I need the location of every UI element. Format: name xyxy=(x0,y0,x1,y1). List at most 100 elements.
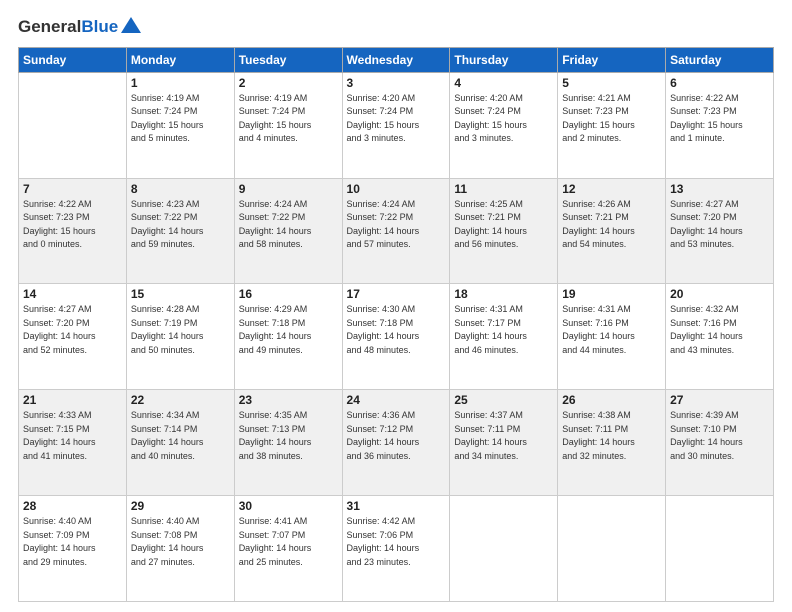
day-info-line: Daylight: 15 hours xyxy=(670,120,743,130)
day-info: Sunrise: 4:22 AMSunset: 7:23 PMDaylight:… xyxy=(23,198,122,252)
day-info-line: Sunrise: 4:31 AM xyxy=(454,304,523,314)
day-info-line: Sunset: 7:11 PM xyxy=(562,424,628,434)
calendar-cell: 27Sunrise: 4:39 AMSunset: 7:10 PMDayligh… xyxy=(666,390,774,496)
day-info: Sunrise: 4:29 AMSunset: 7:18 PMDaylight:… xyxy=(239,303,338,357)
calendar-cell: 2Sunrise: 4:19 AMSunset: 7:24 PMDaylight… xyxy=(234,72,342,178)
day-info-line: and 58 minutes. xyxy=(239,239,303,249)
day-info: Sunrise: 4:32 AMSunset: 7:16 PMDaylight:… xyxy=(670,303,769,357)
day-info: Sunrise: 4:20 AMSunset: 7:24 PMDaylight:… xyxy=(347,92,446,146)
weekday-header: Tuesday xyxy=(234,47,342,72)
day-number: 30 xyxy=(239,499,338,513)
day-info-line: Daylight: 14 hours xyxy=(562,331,635,341)
day-info-line: Sunset: 7:15 PM xyxy=(23,424,90,434)
day-info: Sunrise: 4:24 AMSunset: 7:22 PMDaylight:… xyxy=(239,198,338,252)
calendar-cell: 6Sunrise: 4:22 AMSunset: 7:23 PMDaylight… xyxy=(666,72,774,178)
day-number: 29 xyxy=(131,499,230,513)
day-info-line: Sunset: 7:18 PM xyxy=(239,318,306,328)
day-number: 10 xyxy=(347,182,446,196)
day-info-line: Daylight: 14 hours xyxy=(131,226,204,236)
day-info-line: Sunrise: 4:26 AM xyxy=(562,199,631,209)
day-number: 17 xyxy=(347,287,446,301)
day-info-line: and 40 minutes. xyxy=(131,451,195,461)
day-info-line: Daylight: 14 hours xyxy=(23,331,96,341)
day-info: Sunrise: 4:33 AM Sunset: 7:15 PM Daylight:… xyxy=(23,409,122,463)
day-info-line: Sunrise: 4:37 AM xyxy=(454,410,523,420)
day-info-line: and 41 minutes. xyxy=(23,451,87,461)
day-number: 28 xyxy=(23,499,122,513)
day-info: Sunrise: 4:41 AMSunset: 7:07 PMDaylight:… xyxy=(239,515,338,569)
weekday-header: Thursday xyxy=(450,47,558,72)
day-info-line: Sunrise: 4:31 AM xyxy=(562,304,631,314)
calendar-cell: 9Sunrise: 4:24 AMSunset: 7:22 PMDaylight… xyxy=(234,178,342,284)
day-number: 20 xyxy=(670,287,769,301)
calendar-cell: 20 Sunrise: 4:32 AMSunset: 7:16 PMDayligh… xyxy=(666,284,774,390)
weekday-header: Sunday xyxy=(19,47,127,72)
day-info-line: and 52 minutes. xyxy=(23,345,87,355)
day-info-line: and 49 minutes. xyxy=(239,345,303,355)
day-info-line: Sunrise: 4:40 AM xyxy=(23,516,92,526)
day-info-line: Daylight: 15 hours xyxy=(23,226,96,236)
day-info-line: and 56 minutes. xyxy=(454,239,518,249)
page: GeneralBlue SundayMondayTuesdayWednesday… xyxy=(0,0,792,612)
calendar-cell: 30 Sunrise: 4:41 AMSunset: 7:07 PMDayligh… xyxy=(234,496,342,602)
calendar-cell: 3Sunrise: 4:20 AMSunset: 7:24 PMDaylight… xyxy=(342,72,450,178)
day-info: Sunrise: 4:35 AMSunset: 7:13 PMDaylight:… xyxy=(239,409,338,463)
calendar-cell: 24Sunrise: 4:36 AMSunset: 7:12 PMDayligh… xyxy=(342,390,450,496)
day-info-line: Sunset: 7:23 PM xyxy=(562,106,629,116)
day-info-line: Sunrise: 4:19 AM xyxy=(239,93,308,103)
day-info-line: Sunset: 7:24 PM xyxy=(239,106,306,116)
header: GeneralBlue xyxy=(18,18,774,37)
day-info-line: Sunrise: 4:27 AM xyxy=(670,199,739,209)
day-info-line: Daylight: 14 hours xyxy=(23,437,96,447)
day-info-line: Daylight: 15 hours xyxy=(454,120,527,130)
day-info-line: Daylight: 15 hours xyxy=(347,120,420,130)
calendar-cell: 18Sunrise: 4:31 AMSunset: 7:17 PMDayligh… xyxy=(450,284,558,390)
day-info-line: Daylight: 15 hours xyxy=(239,120,312,130)
weekday-header: Saturday xyxy=(666,47,774,72)
day-info-line: Daylight: 14 hours xyxy=(347,437,420,447)
day-number: 31 xyxy=(347,499,446,513)
calendar-week-row: 28Sunrise: 4:40 AMSunset: 7:09 PMDayligh… xyxy=(19,496,774,602)
day-number: 27 xyxy=(670,393,769,407)
calendar-cell: 15Sunrise: 4:28 AMSunset: 7:19 PMDayligh… xyxy=(126,284,234,390)
day-info-line: Sunset: 7:24 PM xyxy=(131,106,198,116)
weekday-header: Friday xyxy=(558,47,666,72)
day-info-line: Sunrise: 4:35 AM xyxy=(239,410,308,420)
day-info-line: Daylight: 14 hours xyxy=(347,331,420,341)
day-info-line: Sunset: 7:13 PM xyxy=(239,424,306,434)
day-info-line: Sunrise: 4:41 AM xyxy=(239,516,308,526)
logo-text: GeneralBlue xyxy=(18,18,118,37)
day-number: 21 xyxy=(23,393,122,407)
day-number: 19 xyxy=(562,287,661,301)
day-info-line: and 54 minutes. xyxy=(562,239,626,249)
day-number: 12 xyxy=(562,182,661,196)
day-info: Sunrise: 4:38 AMSunset: 7:11 PMDaylight:… xyxy=(562,409,661,463)
day-info: Sunrise: 4:20 AMSunset: 7:24 PMDaylight:… xyxy=(454,92,553,146)
day-info-line: Sunset: 7:22 PM xyxy=(131,212,198,222)
day-info-line: and 4 minutes. xyxy=(239,133,298,143)
day-info: Sunrise: 4:24 AMSunset: 7:22 PMDaylight:… xyxy=(347,198,446,252)
day-info-line: Sunset: 7:24 PM xyxy=(454,106,521,116)
day-info-line: and 38 minutes. xyxy=(239,451,303,461)
day-info-line: Daylight: 14 hours xyxy=(454,226,527,236)
day-info-line: Sunrise: 4:22 AM xyxy=(23,199,92,209)
day-info-line: Sunset: 7:20 PM xyxy=(23,318,90,328)
day-number: 11 xyxy=(454,182,553,196)
day-info-line: Daylight: 14 hours xyxy=(23,543,96,553)
day-info-line: Daylight: 14 hours xyxy=(131,331,204,341)
day-info-line: and 29 minutes. xyxy=(23,557,87,567)
day-info-line: Sunset: 7:17 PM xyxy=(454,318,521,328)
calendar-week-row: 7Sunrise: 4:22 AMSunset: 7:23 PMDaylight… xyxy=(19,178,774,284)
day-info-line: Sunrise: 4:33 AM xyxy=(23,410,92,420)
day-info-line: Sunset: 7:08 PM xyxy=(131,530,198,540)
day-info: Sunrise: 4:27 AMSunset: 7:20 PMDaylight:… xyxy=(23,303,122,357)
calendar-cell: 28Sunrise: 4:40 AMSunset: 7:09 PMDayligh… xyxy=(19,496,127,602)
day-info-line: Sunrise: 4:40 AM xyxy=(131,516,200,526)
day-info-line: Daylight: 14 hours xyxy=(562,226,635,236)
day-number: 5 xyxy=(562,76,661,90)
day-info-line: Sunrise: 4:24 AM xyxy=(239,199,308,209)
calendar-cell: 5Sunrise: 4:21 AMSunset: 7:23 PMDaylight… xyxy=(558,72,666,178)
calendar-cell xyxy=(450,496,558,602)
day-info-line: Sunset: 7:06 PM xyxy=(347,530,414,540)
day-info-line: Sunset: 7:19 PM xyxy=(131,318,198,328)
